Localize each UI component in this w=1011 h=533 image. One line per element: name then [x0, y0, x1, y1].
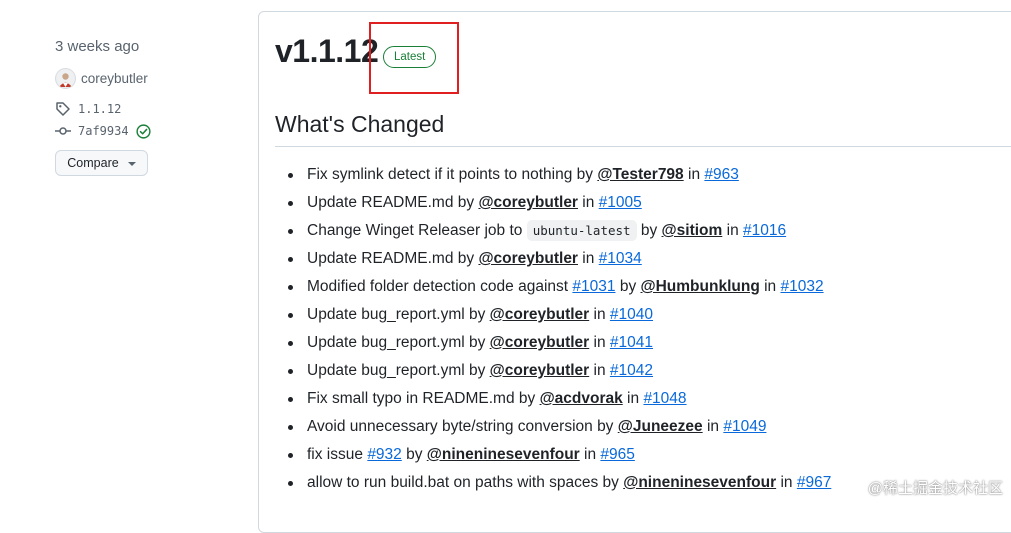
- change-text: in: [683, 166, 705, 183]
- change-item: Update bug_report.yml by @coreybutler in…: [287, 357, 831, 385]
- change-item: Update bug_report.yml by @coreybutler in…: [287, 329, 831, 357]
- latest-badge: Latest: [383, 46, 437, 68]
- change-item: fix issue #932 by @nineninesevenfour in …: [287, 441, 831, 469]
- change-item: Fix small typo in README.md by @acdvorak…: [287, 385, 831, 413]
- user-mention-link[interactable]: @coreybutler: [478, 194, 578, 211]
- release-version-title[interactable]: v1.1.12: [275, 33, 379, 70]
- compare-button[interactable]: Compare: [55, 150, 148, 176]
- caret-down-icon: [127, 162, 136, 166]
- user-mention-link[interactable]: @nineninesevenfour: [427, 446, 580, 463]
- user-mention-link[interactable]: @sitiom: [662, 222, 723, 239]
- watermark: @稀土掘金技术社区: [867, 480, 1003, 497]
- pull-request-link[interactable]: #967: [797, 474, 831, 491]
- change-item: Fix symlink detect if it points to nothi…: [287, 161, 831, 189]
- change-text: Avoid unnecessary byte/string conversion…: [307, 418, 618, 435]
- commit-sha[interactable]: 7af9934: [78, 124, 129, 138]
- change-text: in: [579, 446, 601, 463]
- change-text: by: [636, 222, 662, 239]
- pull-request-link[interactable]: #1034: [599, 250, 642, 267]
- commit-link[interactable]: 7af9934: [55, 123, 151, 139]
- change-text: by: [615, 278, 641, 295]
- user-mention-link[interactable]: @nineninesevenfour: [623, 474, 776, 491]
- change-text: Fix small typo in README.md by: [307, 390, 540, 407]
- change-text: in: [589, 362, 610, 379]
- change-item: Update README.md by @coreybutler in #100…: [287, 189, 831, 217]
- tag-icon: [56, 102, 70, 116]
- changes-list: Fix symlink detect if it points to nothi…: [287, 161, 831, 497]
- release-date[interactable]: 3 weeks ago: [55, 38, 139, 55]
- change-item: Avoid unnecessary byte/string conversion…: [287, 413, 831, 441]
- pull-request-link[interactable]: #932: [367, 446, 401, 463]
- user-mention-link[interactable]: @coreybutler: [478, 250, 578, 267]
- user-mention-link[interactable]: @coreybutler: [490, 362, 590, 379]
- change-text: Change Winget Releaser job to: [307, 222, 527, 239]
- pull-request-link[interactable]: #1032: [780, 278, 823, 295]
- change-text: Modified folder detection code against: [307, 278, 573, 295]
- change-text: Update README.md by: [307, 194, 479, 211]
- pull-request-link[interactable]: #1005: [599, 194, 642, 211]
- change-text: in: [577, 194, 599, 211]
- change-text: in: [702, 418, 724, 435]
- inline-code: ubuntu-latest: [526, 220, 637, 241]
- change-text: Update bug_report.yml by: [307, 334, 490, 351]
- change-item: allow to run build.bat on paths with spa…: [287, 469, 831, 497]
- change-text: in: [759, 278, 781, 295]
- avatar-image: [57, 70, 74, 87]
- pull-request-link[interactable]: #1031: [572, 278, 615, 295]
- change-text: allow to run build.bat on paths with spa…: [307, 474, 624, 491]
- change-item: Update README.md by @coreybutler in #103…: [287, 245, 831, 273]
- pull-request-link[interactable]: #1049: [723, 418, 766, 435]
- pull-request-link[interactable]: #1040: [610, 306, 653, 323]
- user-mention-link[interactable]: @acdvorak: [540, 390, 623, 407]
- tag-name[interactable]: 1.1.12: [78, 102, 121, 116]
- pull-request-link[interactable]: #1042: [610, 362, 653, 379]
- change-text: in: [589, 306, 610, 323]
- change-text: Update README.md by: [307, 250, 479, 267]
- change-text: in: [622, 390, 644, 407]
- user-mention-link[interactable]: @coreybutler: [490, 306, 590, 323]
- user-mention-link[interactable]: @Tester798: [597, 166, 683, 183]
- whats-changed-heading: What's Changed: [275, 111, 445, 137]
- change-text: in: [589, 334, 610, 351]
- user-mention-link[interactable]: @Humbunklung: [641, 278, 760, 295]
- avatar[interactable]: [55, 68, 76, 89]
- pull-request-link[interactable]: #965: [600, 446, 634, 463]
- change-text: in: [577, 250, 599, 267]
- release-author[interactable]: coreybutler: [55, 68, 148, 89]
- change-text: fix issue: [307, 446, 368, 463]
- user-mention-link[interactable]: @Juneezee: [618, 418, 703, 435]
- change-text: by: [401, 446, 427, 463]
- pull-request-link[interactable]: #963: [704, 166, 738, 183]
- change-text: Update bug_report.yml by: [307, 362, 490, 379]
- compare-label: Compare: [67, 156, 119, 170]
- change-item: Update bug_report.yml by @coreybutler in…: [287, 301, 831, 329]
- git-commit-icon: [55, 127, 71, 135]
- pull-request-link[interactable]: #1041: [610, 334, 653, 351]
- pull-request-link[interactable]: #1016: [743, 222, 786, 239]
- author-name[interactable]: coreybutler: [81, 71, 148, 86]
- change-item: Change Winget Releaser job to ubuntu-lat…: [287, 217, 831, 245]
- change-text: Update bug_report.yml by: [307, 306, 490, 323]
- change-text: in: [722, 222, 743, 239]
- heading-divider: [275, 146, 1011, 147]
- change-text: Fix symlink detect if it points to nothi…: [307, 166, 598, 183]
- verified-check-icon[interactable]: [135, 123, 151, 139]
- user-mention-link[interactable]: @coreybutler: [490, 334, 590, 351]
- tag-link[interactable]: 1.1.12: [55, 101, 121, 117]
- change-text: in: [776, 474, 797, 491]
- change-item: Modified folder detection code against #…: [287, 273, 831, 301]
- pull-request-link[interactable]: #1048: [643, 390, 686, 407]
